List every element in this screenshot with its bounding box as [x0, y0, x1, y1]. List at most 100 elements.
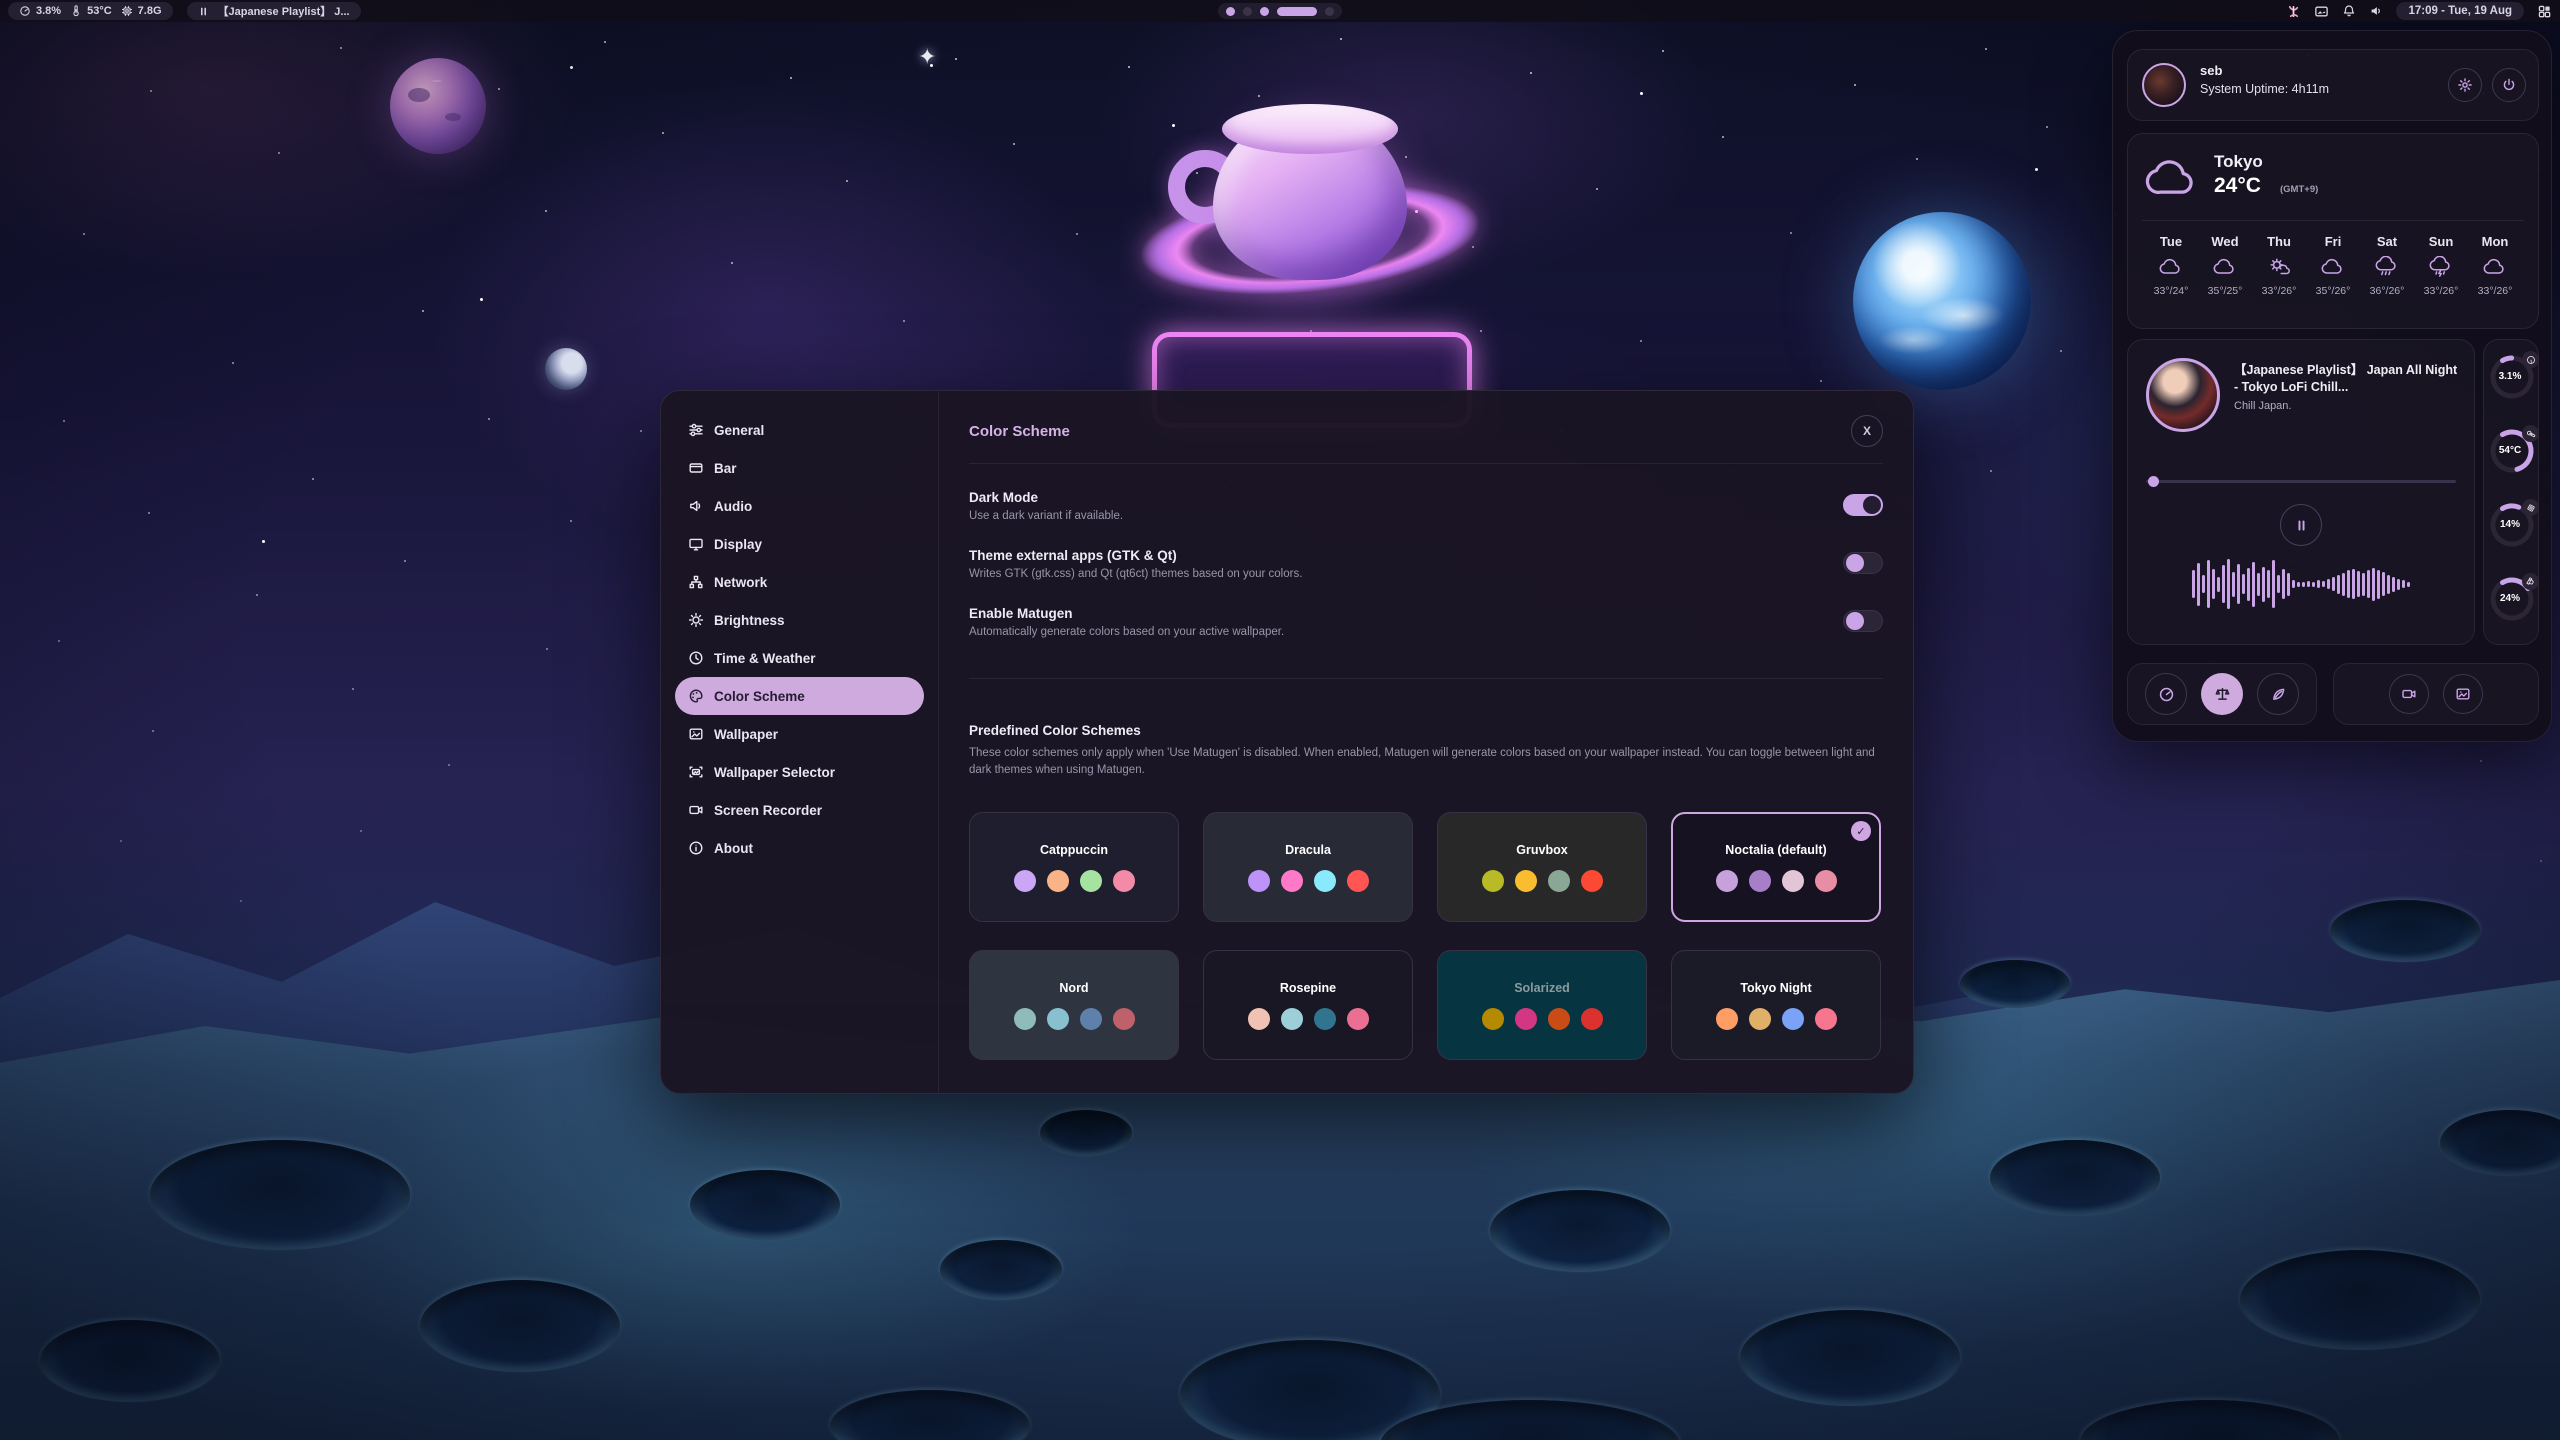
forecast-day: Thu 33°/26° — [2254, 234, 2304, 297]
color-dot — [1281, 870, 1303, 892]
setting-row-dark-mode: Dark Mode Use a dark variant if availabl… — [969, 490, 1883, 522]
sidebar-item-general[interactable]: General — [675, 411, 924, 449]
performance-profile-button[interactable] — [2145, 673, 2187, 715]
album-art[interactable] — [2146, 358, 2220, 432]
visualizer-bar — [2372, 568, 2375, 601]
pause-button[interactable] — [2280, 504, 2322, 546]
workspace-dot-off[interactable] — [1325, 7, 1334, 16]
day-temps: 33°/26° — [2478, 285, 2513, 297]
sidebar-item-network[interactable]: Network — [675, 563, 924, 601]
rain-icon — [2374, 256, 2400, 278]
sidebar-item-bar[interactable]: Bar — [675, 449, 924, 487]
bell-icon[interactable] — [2342, 4, 2356, 18]
media-title: 【Japanese Playlist】 Japan All Night - To… — [2234, 362, 2460, 396]
sidebar-item-brightness[interactable]: Brightness — [675, 601, 924, 639]
sidebar-item-wallpaper-selector[interactable]: Wallpaper Selector — [675, 753, 924, 791]
visualizer-bar — [2202, 575, 2205, 593]
matugen-toggle[interactable] — [1843, 610, 1883, 632]
scheme-card-dracula[interactable]: Dracula — [1203, 812, 1413, 922]
color-dot — [1548, 1008, 1570, 1030]
sidebar-item-time-weather[interactable]: Time & Weather — [675, 639, 924, 677]
day-temps: 35°/25° — [2208, 285, 2243, 297]
visualizer-bar — [2387, 575, 2390, 594]
balanced-profile-button[interactable] — [2201, 673, 2243, 715]
sidebar-item-audio[interactable]: Audio — [675, 487, 924, 525]
color-dot — [1014, 1008, 1036, 1030]
media-pill[interactable]: 【Japanese Playlist】 J... — [187, 2, 361, 20]
scheme-card-catppuccin[interactable]: Catppuccin — [969, 812, 1179, 922]
gauge-icon — [19, 5, 31, 17]
forecast-day: Tue 33°/24° — [2146, 234, 2196, 297]
theme-external-toggle[interactable] — [1843, 552, 1883, 574]
color-dot — [1515, 870, 1537, 892]
weather-timezone: (GMT+9) — [2280, 184, 2318, 195]
visualizer-bar — [2217, 577, 2220, 592]
pause-icon — [2295, 519, 2308, 532]
scheme-card-rosepine[interactable]: Rosepine — [1203, 950, 1413, 1060]
gear-icon — [2457, 77, 2473, 93]
day-temps: 33°/26° — [2424, 285, 2459, 297]
speaker-icon[interactable] — [2369, 4, 2383, 18]
wallpaper-button[interactable] — [2443, 674, 2483, 714]
sidebar-item-wallpaper[interactable]: Wallpaper — [675, 715, 924, 753]
visualizer-bar — [2287, 573, 2290, 596]
scheme-card-gruvbox[interactable]: Gruvbox — [1437, 812, 1647, 922]
power-button[interactable] — [2492, 68, 2526, 102]
media-progress-bar[interactable] — [2146, 480, 2456, 483]
apps-grid-icon[interactable] — [2537, 4, 2552, 19]
power-saver-profile-button[interactable] — [2257, 673, 2299, 715]
visualizer-bar — [2337, 575, 2340, 594]
tray-app-icon[interactable] — [2286, 4, 2301, 19]
video-icon — [2401, 686, 2417, 702]
visualizer-bar — [2207, 560, 2210, 608]
visualizer-bar — [2317, 580, 2320, 588]
color-dot — [1749, 1008, 1771, 1030]
visualizer-bar — [2407, 582, 2410, 587]
visualizer-bar — [2227, 559, 2230, 609]
sidebar-label: Bar — [714, 461, 737, 476]
wallpaper-planet — [390, 58, 486, 154]
setting-label: Theme external apps (GTK & Qt) — [969, 548, 1302, 563]
visualizer-bar — [2302, 582, 2305, 587]
forecast-day: Fri 35°/26° — [2308, 234, 2358, 297]
workspace-dot-on[interactable] — [1226, 7, 1235, 16]
temperature-gauge: 54°C — [2489, 428, 2535, 474]
sidebar-label: General — [714, 423, 764, 438]
clock-label: 17:09 - Tue, 19 Aug — [2408, 5, 2512, 17]
brightness-icon — [688, 612, 704, 628]
image-select-icon — [688, 764, 704, 780]
visualizer-bar — [2262, 567, 2265, 602]
system-stats-pill[interactable]: 3.8% 53°C 7.8G — [8, 2, 173, 20]
cpu-temp-value: 53°C — [87, 5, 112, 17]
clock[interactable]: 17:09 - Tue, 19 Aug — [2396, 2, 2524, 20]
sidebar-item-about[interactable]: About — [675, 829, 924, 867]
workspace-dot-off[interactable] — [1243, 7, 1252, 16]
wallpaper-moonlet — [545, 348, 587, 390]
sidebar-item-color-scheme[interactable]: Color Scheme — [675, 677, 924, 715]
scheme-card-nord[interactable]: Nord — [969, 950, 1179, 1060]
cloud-icon — [2212, 256, 2238, 278]
workspace-dot-on[interactable] — [1260, 7, 1269, 16]
scheme-card-tokyo-night[interactable]: Tokyo Night — [1671, 950, 1881, 1060]
sidebar-item-display[interactable]: Display — [675, 525, 924, 563]
setting-label: Enable Matugen — [969, 606, 1284, 621]
color-dot — [1347, 1008, 1369, 1030]
wallpaper-tray-icon[interactable] — [2314, 4, 2329, 19]
workspace-pill-on[interactable] — [1277, 7, 1317, 16]
leaf-icon — [2270, 686, 2287, 703]
progress-handle[interactable] — [2148, 476, 2159, 487]
settings-button[interactable] — [2448, 68, 2482, 102]
workspace-indicator[interactable] — [1218, 3, 1342, 19]
scheme-name: Catppuccin — [1040, 843, 1108, 857]
color-dot — [1482, 870, 1504, 892]
crater — [150, 1140, 410, 1250]
screen-record-button[interactable] — [2389, 674, 2429, 714]
cpu-gauge: 3.1% — [2489, 354, 2535, 400]
scheme-card-solarized[interactable]: Solarized — [1437, 950, 1647, 1060]
dark-mode-toggle[interactable] — [1843, 494, 1883, 516]
scheme-card-noctalia-selected[interactable]: ✓ Noctalia (default) — [1671, 812, 1881, 922]
storm-icon — [2428, 256, 2454, 278]
sidebar-item-screen-recorder[interactable]: Screen Recorder — [675, 791, 924, 829]
disk-icon — [2522, 573, 2539, 590]
close-button[interactable]: X — [1851, 415, 1883, 447]
